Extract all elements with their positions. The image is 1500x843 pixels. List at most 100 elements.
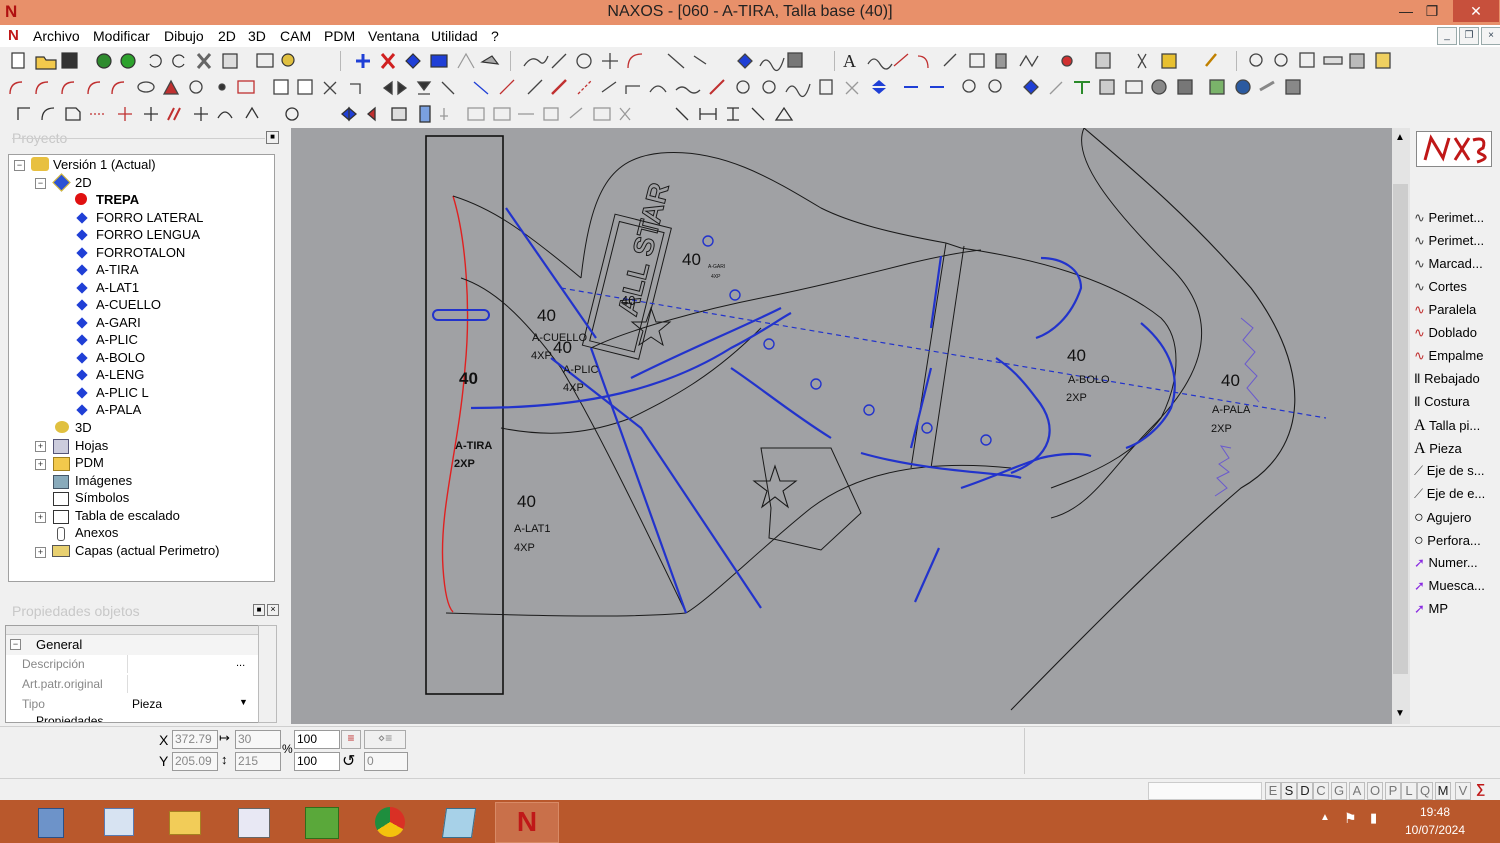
status-o[interactable]: O — [1367, 782, 1383, 800]
taskbar-date[interactable]: 10/07/2024 — [1398, 823, 1472, 837]
menu-ventana[interactable]: Ventana — [368, 28, 419, 44]
snap-icon[interactable]: ∑ — [1476, 781, 1496, 798]
tool-muesca[interactable]: ➚ Muesca... — [1414, 578, 1498, 600]
a-tira-tab[interactable] — [432, 309, 490, 321]
mdi-minimize-icon[interactable]: _ — [1437, 27, 1457, 45]
taskbar-explorer-docs-icon[interactable] — [88, 802, 150, 841]
tree-piece-a-leng[interactable]: A-LENG — [96, 367, 144, 382]
outer-outline[interactable] — [1010, 128, 1296, 711]
menu-utilidad[interactable]: Utilidad — [431, 28, 478, 44]
status-p[interactable]: P — [1385, 782, 1401, 800]
a-tira-bounding-box[interactable] — [425, 135, 504, 695]
tool-mp[interactable]: ➚ MP — [1414, 601, 1498, 623]
tool-costura[interactable]: ‖ Costura — [1414, 394, 1498, 416]
pattern-drawing[interactable]: ALL STAR 40 A-TIRA 2XP 40 A-LAT1 4XP 40 … — [291, 128, 1392, 724]
properties-scrollbar[interactable] — [258, 625, 277, 723]
status-l[interactable]: L — [1401, 782, 1417, 800]
taskbar-calculator-icon[interactable] — [20, 802, 82, 841]
collapse-2d-icon[interactable]: − — [35, 178, 46, 189]
tree-2d[interactable]: 2D — [75, 175, 92, 190]
taskbar-folder-icon[interactable] — [154, 802, 216, 841]
status-m[interactable]: M — [1435, 782, 1451, 800]
tree-piece-a-lat1[interactable]: A-LAT1 — [96, 280, 139, 295]
y-coordinate-input[interactable]: 205.09 — [172, 752, 218, 771]
tool-doblado[interactable]: ∿ Doblado — [1414, 325, 1498, 347]
heel-patch-outline[interactable] — [760, 447, 862, 551]
prop-value-art-patr[interactable] — [127, 675, 252, 693]
close-button[interactable]: ✕ — [1453, 0, 1499, 22]
canvas-vertical-scrollbar[interactable]: ▲ ▼ — [1392, 128, 1410, 724]
tree-piece-a-tira[interactable]: A-TIRA — [96, 262, 139, 277]
tool-eje-e[interactable]: ⟋ Eje de e... — [1414, 486, 1498, 508]
status-d[interactable]: D — [1297, 782, 1313, 800]
collapse-general-icon[interactable]: − — [10, 639, 21, 650]
menu-pdm[interactable]: PDM — [324, 28, 355, 44]
tool-marcado[interactable]: ∿ Marcad... — [1414, 256, 1498, 278]
tree-piece-a-cuello[interactable]: A-CUELLO — [96, 297, 161, 312]
rotation-input[interactable]: 0 — [364, 752, 408, 771]
tree-piece-forro-lateral[interactable]: FORRO LATERAL — [96, 210, 203, 225]
symmetry-axis[interactable] — [560, 287, 1327, 419]
menu-modificar[interactable]: Modificar — [93, 28, 150, 44]
status-a[interactable]: A — [1349, 782, 1365, 800]
status-s[interactable]: S — [1281, 782, 1297, 800]
tree-simbolos[interactable]: Símbolos — [75, 490, 129, 505]
group-propiedades[interactable]: Propiedades — [6, 714, 258, 722]
tree-hojas[interactable]: Hojas — [75, 438, 108, 453]
tool-empalme[interactable]: ∿ Empalme — [1414, 348, 1498, 370]
properties-pin-icon[interactable]: ■ — [253, 604, 265, 616]
tree-tabla-escalado[interactable]: Tabla de escalado — [75, 508, 180, 523]
project-tree[interactable]: − Versión 1 (Actual) − 2D TREPA FORRO LA… — [8, 154, 275, 582]
chevron-down-icon[interactable]: ▼ — [239, 697, 248, 707]
tree-piece-a-pala[interactable]: A-PALA — [96, 402, 141, 417]
taskbar-chrome-icon[interactable] — [359, 802, 421, 841]
menu-archivo[interactable]: Archivo — [33, 28, 80, 44]
status-g[interactable]: G — [1331, 782, 1347, 800]
expand-hojas-icon[interactable]: + — [35, 441, 46, 452]
taskbar-naxos-icon[interactable]: N — [495, 802, 559, 843]
scroll-thumb[interactable] — [1393, 184, 1408, 674]
properties-close-icon[interactable]: × — [267, 604, 279, 616]
tool-perimetro-1[interactable]: ∿ Perimet... — [1414, 210, 1498, 232]
mdi-restore-icon[interactable]: ❐ — [1459, 27, 1479, 45]
tree-imagenes[interactable]: Imágenes — [75, 473, 132, 488]
tool-paralela[interactable]: ∿ Paralela — [1414, 302, 1498, 324]
expand-pdm-icon[interactable]: + — [35, 459, 46, 470]
tree-piece-trepa[interactable]: TREPA — [96, 192, 139, 207]
tool-talla-pieza[interactable]: A Talla pi... — [1414, 417, 1498, 439]
menu-cam[interactable]: CAM — [280, 28, 311, 44]
align-left-icon[interactable]: ≡ — [341, 730, 361, 749]
ellipsis-button[interactable]: ... — [236, 657, 245, 669]
tree-piece-a-gari[interactable]: A-GARI — [96, 315, 141, 330]
mdi-close-icon[interactable]: × — [1481, 27, 1500, 45]
a-tira-selected-edge[interactable] — [441, 195, 469, 613]
tipo-select[interactable]: Pieza — [132, 697, 162, 711]
tree-capas[interactable]: Capas (actual Perimetro) — [75, 543, 220, 558]
tool-numeracion[interactable]: ➚ Numer... — [1414, 555, 1498, 577]
taskbar-green-app-icon[interactable] — [291, 802, 353, 841]
x-coordinate-input[interactable]: 372.79 — [172, 730, 218, 749]
expand-capas-icon[interactable]: + — [35, 547, 46, 558]
tree-anexos[interactable]: Anexos — [75, 525, 118, 540]
tool-agujero[interactable]: ○ Agujero — [1414, 509, 1498, 531]
scroll-up-icon[interactable]: ▲ — [1395, 132, 1405, 143]
menu-3d[interactable]: 3D — [248, 28, 266, 44]
tray-flag-icon[interactable]: ⚑ — [1344, 810, 1357, 827]
status-q[interactable]: Q — [1417, 782, 1433, 800]
taskbar-notepad-icon[interactable] — [428, 802, 490, 841]
expand-escalado-icon[interactable]: + — [35, 512, 46, 523]
status-c[interactable]: C — [1313, 782, 1329, 800]
tree-piece-a-plic[interactable]: A-PLIC — [96, 332, 138, 347]
tree-piece-forrotalon[interactable]: FORROTALON — [96, 245, 185, 260]
menu-2d[interactable]: 2D — [218, 28, 236, 44]
stitch-lines[interactable] — [470, 207, 1176, 614]
collapse-root-icon[interactable]: − — [14, 160, 25, 171]
tool-cortes[interactable]: ∿ Cortes — [1414, 279, 1498, 301]
distribute-icon[interactable]: ⋄≡ — [364, 730, 406, 749]
taskbar-time[interactable]: 19:48 — [1398, 805, 1472, 819]
status-e[interactable]: E — [1265, 782, 1281, 800]
tray-network-icon[interactable]: ▮ — [1370, 810, 1377, 826]
tree-piece-forro-lengua[interactable]: FORRO LENGUA — [96, 227, 200, 242]
prop-value-descripcion[interactable] — [127, 655, 252, 673]
tree-piece-a-plic-l[interactable]: A-PLIC L — [96, 385, 149, 400]
